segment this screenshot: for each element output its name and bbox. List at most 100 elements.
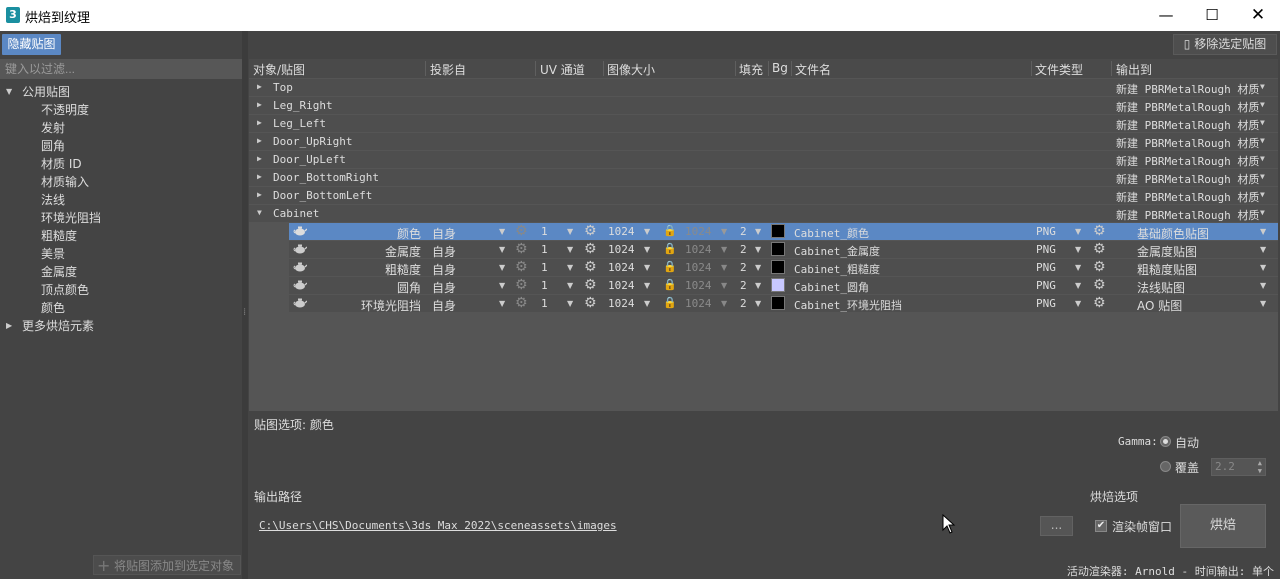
chevron-right-icon[interactable]: ▶ bbox=[257, 190, 262, 199]
tree-item-more-elements[interactable]: ▶ 更多烘焙元素 bbox=[0, 317, 242, 335]
dropdown-arrow-icon[interactable]: ▼ bbox=[644, 299, 650, 308]
bake-button[interactable]: 烘焙 bbox=[1180, 504, 1266, 548]
maximize-button[interactable]: ☐ bbox=[1189, 0, 1235, 31]
chevron-right-icon[interactable]: ▶ bbox=[257, 100, 262, 109]
minimize-button[interactable]: — bbox=[1143, 0, 1189, 31]
chevron-right-icon[interactable]: ▶ bbox=[257, 82, 262, 91]
gear-icon[interactable]: ⚙ bbox=[584, 223, 597, 239]
tree-item-round-corner[interactable]: 圆角 bbox=[0, 137, 242, 155]
dropdown-arrow-icon[interactable]: ▼ bbox=[1260, 263, 1266, 272]
gamma-override-label[interactable]: 覆盖 bbox=[1175, 459, 1199, 476]
dropdown-arrow-icon[interactable]: ▼ bbox=[1260, 136, 1265, 145]
tree-item-emission[interactable]: 发射 bbox=[0, 119, 242, 137]
header-bg[interactable]: Bg bbox=[772, 61, 788, 75]
tree-item-opacity[interactable]: 不透明度 bbox=[0, 101, 242, 119]
object-row[interactable]: ▶ Door_BottomRight 新建 PBRMetalRough 材质 ▼ bbox=[249, 169, 1278, 186]
chevron-right-icon[interactable]: ▶ bbox=[257, 172, 262, 181]
dropdown-arrow-icon[interactable]: ▼ bbox=[1260, 190, 1265, 199]
dropdown-arrow-icon[interactable]: ▼ bbox=[721, 299, 727, 308]
dropdown-arrow-icon[interactable]: ▼ bbox=[1260, 154, 1265, 163]
object-row[interactable]: ▶ Leg_Left 新建 PBRMetalRough 材质 ▼ bbox=[249, 115, 1278, 132]
lock-icon[interactable]: 🔒 bbox=[663, 224, 677, 237]
tree-item-beauty[interactable]: 美景 bbox=[0, 245, 242, 263]
gamma-auto-radio[interactable] bbox=[1160, 436, 1171, 447]
header-output-to[interactable]: 输出到 bbox=[1116, 61, 1152, 78]
map-row[interactable]: 金属度 自身 ▼ ⚙ 1 ▼ ⚙ 1024 ▼ 🔒 1024 ▼ 2 ▼ Cab… bbox=[289, 241, 1278, 259]
gear-icon[interactable]: ⚙ bbox=[1093, 259, 1106, 275]
dropdown-arrow-icon[interactable]: ▼ bbox=[721, 245, 727, 254]
object-row[interactable]: ▶ Top 新建 PBRMetalRough 材质 ▼ bbox=[249, 79, 1278, 96]
header-image-size[interactable]: 图像大小 bbox=[607, 61, 655, 78]
header-object-map[interactable]: 对象/贴图 bbox=[253, 61, 305, 78]
object-row[interactable]: ▶ Leg_Right 新建 PBRMetalRough 材质 ▼ bbox=[249, 97, 1278, 114]
dropdown-arrow-icon[interactable]: ▼ bbox=[644, 263, 650, 272]
panel-splitter[interactable]: ⁞ bbox=[242, 31, 248, 579]
tree-item-roughness[interactable]: 粗糙度 bbox=[0, 227, 242, 245]
header-file-type[interactable]: 文件类型 bbox=[1035, 61, 1083, 78]
gear-icon[interactable]: ⚙ bbox=[584, 259, 597, 275]
tree-item-ambient-occlusion[interactable]: 环境光阻挡 bbox=[0, 209, 242, 227]
gear-icon[interactable]: ⚙ bbox=[1093, 241, 1106, 257]
lock-icon[interactable]: 🔒 bbox=[663, 278, 677, 291]
dropdown-arrow-icon[interactable]: ▼ bbox=[1260, 208, 1265, 217]
hide-maps-button[interactable]: 隐藏贴图 bbox=[2, 34, 61, 55]
dropdown-arrow-icon[interactable]: ▼ bbox=[721, 263, 727, 272]
bg-color-swatch[interactable] bbox=[771, 278, 785, 292]
chevron-down-icon[interactable]: ▼ bbox=[6, 83, 12, 101]
browse-button[interactable]: ... bbox=[1040, 516, 1073, 536]
dropdown-arrow-icon[interactable]: ▼ bbox=[1260, 118, 1265, 127]
tree-item-vertex-color[interactable]: 顶点颜色 bbox=[0, 281, 242, 299]
lock-icon[interactable]: 🔒 bbox=[663, 242, 677, 255]
dropdown-arrow-icon[interactable]: ▼ bbox=[755, 299, 761, 308]
dropdown-arrow-icon[interactable]: ▼ bbox=[1260, 245, 1266, 254]
dropdown-arrow-icon[interactable]: ▼ bbox=[1075, 299, 1081, 308]
tree-item-material-input[interactable]: 材质输入 bbox=[0, 173, 242, 191]
dropdown-arrow-icon[interactable]: ▼ bbox=[567, 299, 573, 308]
dropdown-arrow-icon[interactable]: ▼ bbox=[567, 227, 573, 236]
dropdown-arrow-icon[interactable]: ▼ bbox=[755, 245, 761, 254]
dropdown-arrow-icon[interactable]: ▼ bbox=[567, 245, 573, 254]
tree-item-metalness[interactable]: 金属度 bbox=[0, 263, 242, 281]
gear-icon[interactable]: ⚙ bbox=[515, 259, 528, 275]
dropdown-arrow-icon[interactable]: ▼ bbox=[1075, 227, 1081, 236]
object-row[interactable]: ▶ Door_UpLeft 新建 PBRMetalRough 材质 ▼ bbox=[249, 151, 1278, 168]
chevron-right-icon[interactable]: ▶ bbox=[257, 154, 262, 163]
lock-icon[interactable]: 🔒 bbox=[663, 296, 677, 309]
render-frame-checkbox[interactable]: ✔ bbox=[1095, 520, 1107, 532]
header-uv-channel[interactable]: UV 通道 bbox=[540, 61, 585, 78]
dropdown-arrow-icon[interactable]: ▼ bbox=[721, 281, 727, 290]
gear-icon[interactable]: ⚙ bbox=[584, 241, 597, 257]
gamma-spinner[interactable]: 2.2 ▲ ▼ bbox=[1211, 458, 1266, 476]
gear-icon[interactable]: ⚙ bbox=[584, 277, 597, 293]
dropdown-arrow-icon[interactable]: ▼ bbox=[499, 263, 505, 272]
tree-item-common-maps[interactable]: ▼ 公用贴图 bbox=[0, 83, 242, 101]
map-row[interactable]: 颜色 自身 ▼ ⚙ 1 ▼ ⚙ 1024 ▼ 🔒 1024 ▼ 2 ▼ Cabi… bbox=[289, 223, 1278, 241]
spinner-arrows-icon[interactable]: ▲ ▼ bbox=[1258, 459, 1262, 475]
tree-item-color[interactable]: 颜色 bbox=[0, 299, 242, 317]
chevron-right-icon[interactable]: ▶ bbox=[6, 317, 12, 335]
dropdown-arrow-icon[interactable]: ▼ bbox=[1075, 245, 1081, 254]
remove-selected-maps-button[interactable]: ▯ 移除选定贴图 bbox=[1173, 34, 1277, 55]
map-row[interactable]: 圆角 自身 ▼ ⚙ 1 ▼ ⚙ 1024 ▼ 🔒 1024 ▼ 2 ▼ Cabi… bbox=[289, 277, 1278, 295]
chevron-right-icon[interactable]: ▶ bbox=[257, 118, 262, 127]
dropdown-arrow-icon[interactable]: ▼ bbox=[1260, 227, 1266, 236]
dropdown-arrow-icon[interactable]: ▼ bbox=[1260, 281, 1266, 290]
object-row[interactable]: ▶ Door_BottomLeft 新建 PBRMetalRough 材质 ▼ bbox=[249, 187, 1278, 204]
dropdown-arrow-icon[interactable]: ▼ bbox=[499, 227, 505, 236]
render-frame-label[interactable]: 渲染帧窗口 bbox=[1112, 518, 1172, 535]
add-maps-button[interactable]: + 将贴图添加到选定对象 bbox=[93, 555, 241, 575]
dropdown-arrow-icon[interactable]: ▼ bbox=[755, 281, 761, 290]
gamma-auto-label[interactable]: 自动 bbox=[1175, 434, 1199, 451]
gear-icon[interactable]: ⚙ bbox=[1093, 277, 1106, 293]
dropdown-arrow-icon[interactable]: ▼ bbox=[755, 227, 761, 236]
gear-icon[interactable]: ⚙ bbox=[584, 295, 597, 311]
object-row[interactable]: ▶ Door_UpRight 新建 PBRMetalRough 材质 ▼ bbox=[249, 133, 1278, 150]
gear-icon[interactable]: ⚙ bbox=[515, 223, 528, 239]
gamma-override-radio[interactable] bbox=[1160, 461, 1171, 472]
dropdown-arrow-icon[interactable]: ▼ bbox=[1260, 172, 1265, 181]
close-button[interactable]: ✕ bbox=[1235, 0, 1280, 31]
bg-color-swatch[interactable] bbox=[771, 242, 785, 256]
header-padding[interactable]: 填充 bbox=[739, 61, 763, 78]
gear-icon[interactable]: ⚙ bbox=[515, 241, 528, 257]
header-filename[interactable]: 文件名 bbox=[795, 61, 831, 78]
